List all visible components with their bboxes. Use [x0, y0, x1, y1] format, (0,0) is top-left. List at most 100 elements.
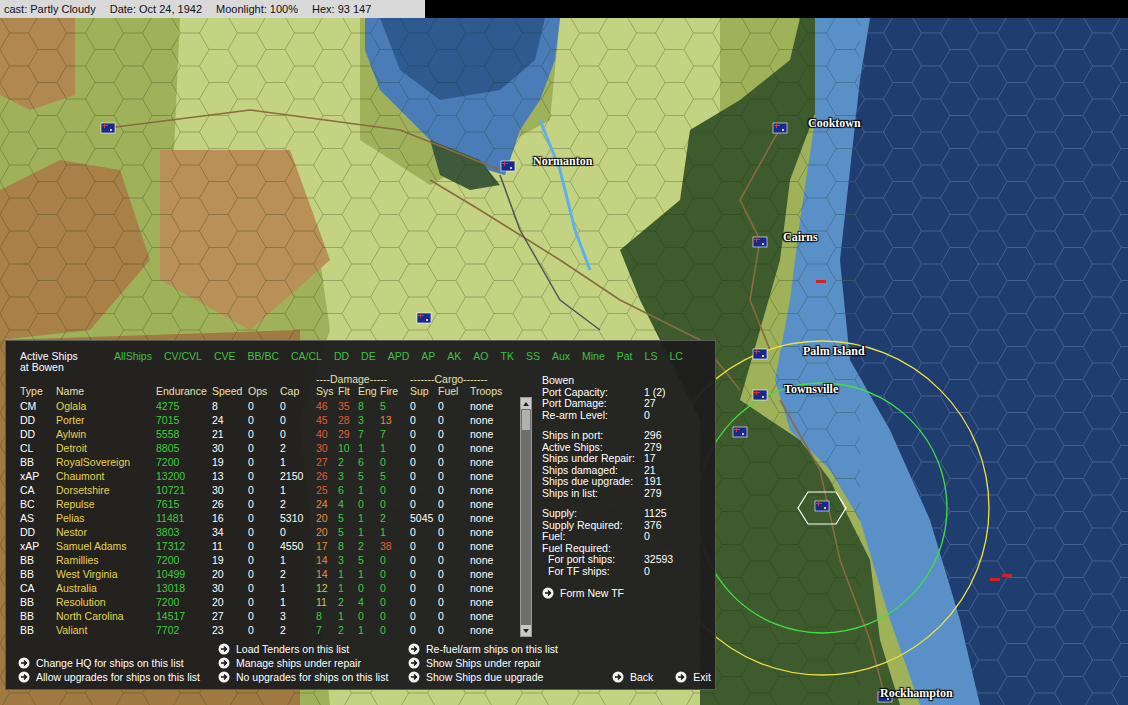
scrollbar[interactable] [520, 397, 532, 637]
scroll-down-icon[interactable] [521, 625, 531, 636]
column-header[interactable]: Sup [410, 385, 438, 397]
column-header[interactable]: Cap [280, 385, 316, 397]
filter-tab[interactable]: LS [645, 351, 658, 373]
speed-cell: 13 [212, 469, 248, 483]
filter-tab[interactable]: AO [473, 351, 488, 373]
ship-row[interactable]: xAPSamuel Adams17312110455017823800none [20, 539, 514, 553]
name-cell[interactable]: Detroit [56, 441, 156, 455]
troops-cell: none [470, 525, 514, 539]
ship-row[interactable]: BBResolution720020011124000none [20, 595, 514, 609]
action-button[interactable]: Re-fuel/arm ships on this list [408, 642, 604, 656]
filter-tab[interactable]: BB/BC [247, 351, 279, 373]
base-flag-icon[interactable] [733, 427, 747, 437]
name-cell[interactable]: Resolution [56, 595, 156, 609]
name-cell[interactable]: Dorsetshire [56, 483, 156, 497]
ship-row[interactable]: CMOglala427580046358500none [20, 399, 514, 413]
filter-tab[interactable]: CVE [214, 351, 236, 373]
flt-cell: 6 [338, 483, 358, 497]
ship-row[interactable]: DDAylwin5558210040297700none [20, 427, 514, 441]
name-cell[interactable]: Porter [56, 413, 156, 427]
base-flag-icon[interactable] [417, 313, 431, 323]
ship-row[interactable]: DDNestor380334002051100none [20, 525, 514, 539]
ship-row[interactable]: BCRepulse761526022440000none [20, 497, 514, 511]
ship-row[interactable]: CADorsetshire1072130012561000none [20, 483, 514, 497]
column-header[interactable]: Type [20, 385, 56, 397]
action-button[interactable]: Show Ships due upgrade [408, 670, 604, 684]
ship-row[interactable]: ASPelias1148116053102051250450none [20, 511, 514, 525]
name-cell[interactable]: Aylwin [56, 427, 156, 441]
filter-tab[interactable]: Pat [617, 351, 633, 373]
filter-tab[interactable]: DD [334, 351, 349, 373]
action-button[interactable]: Load Tenders on this list [218, 642, 408, 656]
base-flag-icon[interactable] [501, 161, 515, 171]
action-button[interactable]: No upgrades for ships on this list [218, 670, 408, 684]
column-header[interactable]: Flt [338, 385, 358, 397]
base-flag-icon[interactable] [753, 237, 767, 247]
action-button[interactable]: Change HQ for ships on this list [18, 656, 218, 670]
name-cell[interactable]: North Carolina [56, 609, 156, 623]
ship-row[interactable]: xAPChaumont1320013021502635500none [20, 469, 514, 483]
filter-tab[interactable]: Aux [552, 351, 570, 373]
column-header[interactable]: Eng [358, 385, 380, 397]
filter-tab[interactable]: TK [500, 351, 513, 373]
column-header[interactable]: Name [56, 385, 156, 397]
ship-row[interactable]: BBValiant77022302721000none [20, 623, 514, 637]
action-button[interactable]: Show Ships under repair [408, 656, 604, 670]
column-header[interactable]: Sys [316, 385, 338, 397]
scroll-up-icon[interactable] [521, 398, 531, 409]
ship-row[interactable]: BBWest Virginia1049920021411000none [20, 567, 514, 581]
ship-row[interactable]: BBNorth Carolina145172703810000none [20, 609, 514, 623]
ship-row[interactable]: DDPorter70152400452831300none [20, 413, 514, 427]
ship-row[interactable]: CLDetroit8805300230101100none [20, 441, 514, 455]
action-button[interactable]: Allow upgrades for ships on this list [18, 670, 218, 684]
name-cell[interactable]: Repulse [56, 497, 156, 511]
column-header[interactable]: Troops [470, 385, 514, 397]
ship-marker-icon[interactable] [816, 280, 1012, 581]
name-cell[interactable]: Valiant [56, 623, 156, 637]
scroll-track[interactable] [521, 409, 531, 625]
name-cell[interactable]: RoyalSovereign [56, 455, 156, 469]
ship-row[interactable]: CAAustralia1301830011210000none [20, 581, 514, 595]
base-flag-icon[interactable] [753, 349, 767, 359]
filter-tab[interactable]: APD [388, 351, 410, 373]
action-button[interactable]: Manage ships under repair [218, 656, 408, 670]
base-flag-icon[interactable] [101, 123, 115, 133]
name-cell[interactable]: Samuel Adams [56, 539, 156, 553]
column-header[interactable]: Fire [380, 385, 410, 397]
scroll-thumb[interactable] [522, 410, 530, 430]
form-tf-button[interactable]: Form New TF [542, 586, 715, 600]
filter-tab[interactable]: LC [669, 351, 682, 373]
column-header[interactable]: Endurance [156, 385, 212, 397]
name-cell[interactable]: Ramillies [56, 553, 156, 567]
column-header[interactable]: Fuel [438, 385, 470, 397]
ship-row[interactable]: BBRoyalSovereign720019012726000none [20, 455, 514, 469]
filter-tab[interactable]: AP [421, 351, 435, 373]
base-flag-icon[interactable] [753, 390, 767, 400]
column-header[interactable]: Ops [248, 385, 280, 397]
name-cell[interactable]: Chaumont [56, 469, 156, 483]
filter-tab[interactable]: CV/CVL [164, 351, 202, 373]
filter-tab[interactable]: Mine [582, 351, 605, 373]
selected-hex[interactable] [798, 492, 846, 524]
flt-cell: 10 [338, 441, 358, 455]
filter-tab[interactable]: AllShips [114, 351, 152, 373]
name-cell[interactable]: Pelias [56, 511, 156, 525]
filter-tab[interactable]: CA/CL [291, 351, 322, 373]
column-header[interactable]: Speed [212, 385, 248, 397]
nav-button[interactable]: Exit [675, 670, 711, 684]
name-cell[interactable]: West Virginia [56, 567, 156, 581]
filter-tab[interactable]: DE [361, 351, 376, 373]
base-flag-icon[interactable] [815, 501, 829, 511]
type-cell: BB [20, 567, 56, 581]
land [0, 18, 1128, 705]
name-cell[interactable]: Oglala [56, 399, 156, 413]
nav-button[interactable]: Back [612, 670, 653, 684]
filter-tab[interactable]: SS [526, 351, 540, 373]
map-area[interactable]: CooktownNormantonCairnsPalm IslandTownsv… [0, 18, 1128, 705]
base-flag-icon[interactable] [773, 123, 787, 133]
name-cell[interactable]: Australia [56, 581, 156, 595]
title: Active Ships [20, 351, 114, 362]
filter-tab[interactable]: AK [447, 351, 461, 373]
name-cell[interactable]: Nestor [56, 525, 156, 539]
ship-row[interactable]: BBRamillies720019011435000none [20, 553, 514, 567]
